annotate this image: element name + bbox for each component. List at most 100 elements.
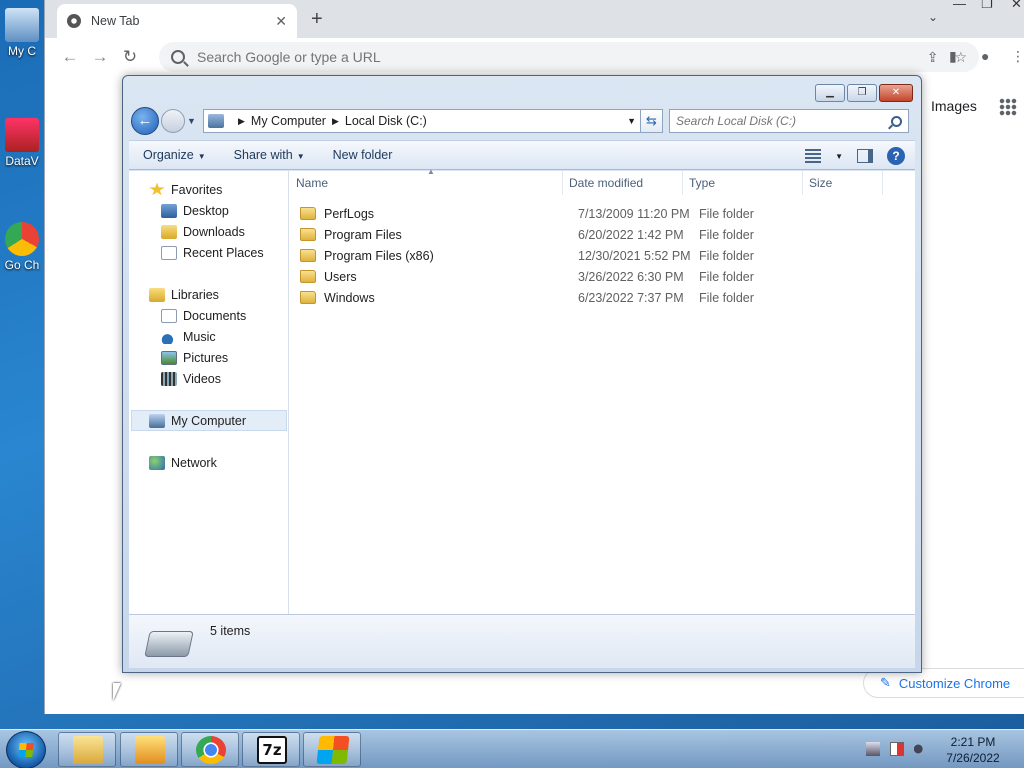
close-icon[interactable]: ✕ bbox=[1011, 0, 1022, 12]
action-center-flag-icon[interactable] bbox=[890, 742, 904, 756]
network-icon bbox=[149, 455, 165, 470]
close-tab-icon[interactable]: ✕ bbox=[275, 13, 287, 30]
maximize-button[interactable]: ❐ bbox=[847, 84, 877, 102]
file-date: 6/20/2022 1:42 PM bbox=[578, 227, 684, 242]
details-pane: 5 items bbox=[129, 614, 915, 668]
desktop-icon-label: DataV bbox=[5, 154, 39, 168]
pictures-icon bbox=[161, 350, 177, 365]
column-header-date-modified[interactable]: Date modified bbox=[563, 171, 683, 195]
command-bar: Organize ▼ Share with ▼ New folder ▼ ? bbox=[129, 140, 915, 170]
omnibox[interactable]: ⇪ ☆ bbox=[159, 42, 979, 72]
taskbar-explorer-button[interactable] bbox=[58, 732, 116, 767]
customize-chrome-label: Customize Chrome bbox=[898, 675, 1011, 691]
navigation-pane: Favorites Desktop Downloads Recent Place… bbox=[129, 171, 289, 614]
volume-icon[interactable] bbox=[914, 742, 928, 756]
close-button[interactable]: ✕ bbox=[879, 84, 913, 102]
column-header-type[interactable]: Type bbox=[683, 171, 803, 195]
forward-icon[interactable]: → bbox=[85, 47, 115, 67]
breadcrumb-chevron-icon[interactable]: ▶ bbox=[332, 116, 339, 127]
breadcrumb-chevron-icon[interactable]: ▶ bbox=[238, 116, 245, 127]
taskbar-media-player-button[interactable] bbox=[120, 732, 178, 767]
images-link[interactable]: Images bbox=[931, 98, 977, 114]
share-icon[interactable]: ⇪ bbox=[927, 49, 939, 66]
back-icon[interactable]: ← bbox=[55, 47, 85, 67]
tab-strip: New Tab ✕ + ⌄ — ❐ ✕ bbox=[45, 0, 1024, 38]
file-row[interactable]: Program Files 6/20/2022 1:42 PM File fol… bbox=[300, 224, 900, 245]
file-row[interactable]: PerfLogs 7/13/2009 11:20 PM File folder bbox=[300, 203, 900, 224]
nav-recent-places[interactable]: Recent Places bbox=[161, 242, 264, 263]
folder-icon bbox=[300, 291, 316, 304]
reload-icon[interactable]: ↻ bbox=[115, 47, 145, 67]
back-button[interactable]: ← bbox=[131, 107, 159, 135]
file-row[interactable]: Program Files (x86) 12/30/2021 5:52 PM F… bbox=[300, 245, 900, 266]
folder-icon bbox=[300, 270, 316, 283]
chrome-favicon-icon bbox=[67, 14, 81, 28]
column-header-size[interactable]: Size bbox=[803, 171, 883, 195]
star-icon bbox=[149, 182, 165, 196]
new-tab-button[interactable]: + bbox=[311, 8, 323, 31]
taskbar-7zip-button[interactable]: 7z bbox=[242, 732, 300, 767]
nav-desktop[interactable]: Desktop bbox=[161, 200, 229, 221]
help-icon[interactable]: ? bbox=[887, 147, 905, 165]
file-date: 3/26/2022 6:30 PM bbox=[578, 269, 684, 284]
minimize-button[interactable]: ▁ bbox=[815, 84, 845, 102]
network-tray-icon[interactable] bbox=[866, 742, 880, 756]
start-button[interactable] bbox=[6, 731, 46, 768]
forward-button[interactable] bbox=[161, 109, 185, 133]
desktop-icon-google-chrome[interactable]: Go Ch bbox=[0, 222, 44, 272]
nav-pictures[interactable]: Pictures bbox=[161, 347, 228, 368]
taskbar-chrome-button[interactable] bbox=[181, 732, 239, 767]
file-type: File folder bbox=[699, 206, 754, 221]
new-folder-button[interactable]: New folder bbox=[319, 148, 407, 162]
breadcrumb-local-disk[interactable]: Local Disk (C:) bbox=[345, 114, 427, 128]
tab-new-tab[interactable]: New Tab ✕ bbox=[57, 4, 297, 38]
file-name: Windows bbox=[324, 290, 375, 305]
desktop-icon-datav[interactable]: DataV bbox=[0, 118, 44, 168]
omnibox-input[interactable] bbox=[197, 49, 911, 65]
breadcrumb-my-computer[interactable]: My Computer bbox=[251, 114, 326, 128]
search-icon bbox=[171, 50, 185, 64]
nav-documents[interactable]: Documents bbox=[161, 305, 246, 326]
google-apps-icon[interactable] bbox=[999, 98, 1017, 116]
system-tray bbox=[866, 742, 928, 756]
nav-videos[interactable]: Videos bbox=[161, 368, 221, 389]
organize-button[interactable]: Organize ▼ bbox=[129, 148, 220, 162]
desktop-icon-label: Go Ch bbox=[4, 258, 40, 272]
column-header-name[interactable]: Name bbox=[290, 171, 563, 195]
chrome-icon bbox=[196, 736, 226, 764]
file-row[interactable]: Users 3/26/2022 6:30 PM File folder bbox=[300, 266, 900, 287]
recent-places-icon bbox=[161, 245, 177, 260]
nav-libraries[interactable]: Libraries bbox=[149, 284, 219, 305]
change-view-icon[interactable] bbox=[805, 149, 822, 163]
minimize-icon[interactable]: — bbox=[953, 0, 966, 11]
profile-avatar-icon[interactable]: ● bbox=[981, 48, 989, 64]
search-box[interactable] bbox=[669, 109, 909, 133]
share-with-button[interactable]: Share with ▼ bbox=[220, 148, 319, 162]
menu-kebab-icon[interactable]: ⋮ bbox=[1011, 48, 1024, 65]
side-panel-icon[interactable]: ▮ bbox=[949, 48, 957, 65]
chrome-icon bbox=[5, 222, 39, 256]
media-player-icon bbox=[135, 736, 165, 764]
music-icon bbox=[161, 329, 177, 344]
search-input[interactable] bbox=[676, 114, 891, 128]
nav-my-computer[interactable]: My Computer bbox=[131, 410, 287, 431]
clock[interactable]: 2:21 PM 7/26/2022 bbox=[930, 734, 1016, 766]
file-name: PerfLogs bbox=[324, 206, 375, 221]
preview-pane-icon[interactable] bbox=[857, 149, 873, 163]
nav-downloads[interactable]: Downloads bbox=[161, 221, 245, 242]
restore-icon[interactable]: ❐ bbox=[981, 0, 993, 12]
taskbar-windows-button[interactable] bbox=[303, 732, 361, 767]
address-dropdown-icon[interactable]: ▼ bbox=[627, 116, 636, 126]
desktop-icon-my-computer[interactable]: My C bbox=[0, 8, 44, 58]
recent-pages-dropdown[interactable]: ▼ bbox=[187, 116, 197, 126]
file-list: ▲ Name Date modified Type Size PerfLogs … bbox=[290, 167, 915, 614]
nav-favorites[interactable]: Favorites bbox=[149, 179, 222, 200]
nav-music[interactable]: Music bbox=[161, 326, 216, 347]
nav-network[interactable]: Network bbox=[149, 452, 217, 473]
refresh-button[interactable]: ⇆ bbox=[641, 109, 663, 133]
file-row[interactable]: Windows 6/23/2022 7:37 PM File folder bbox=[300, 287, 900, 308]
tab-search-chevron-icon[interactable]: ⌄ bbox=[928, 10, 938, 24]
file-type: File folder bbox=[699, 248, 754, 263]
address-bar[interactable]: ▶ My Computer ▶ Local Disk (C:) ▼ bbox=[203, 109, 641, 133]
view-dropdown-icon[interactable]: ▼ bbox=[835, 152, 843, 161]
